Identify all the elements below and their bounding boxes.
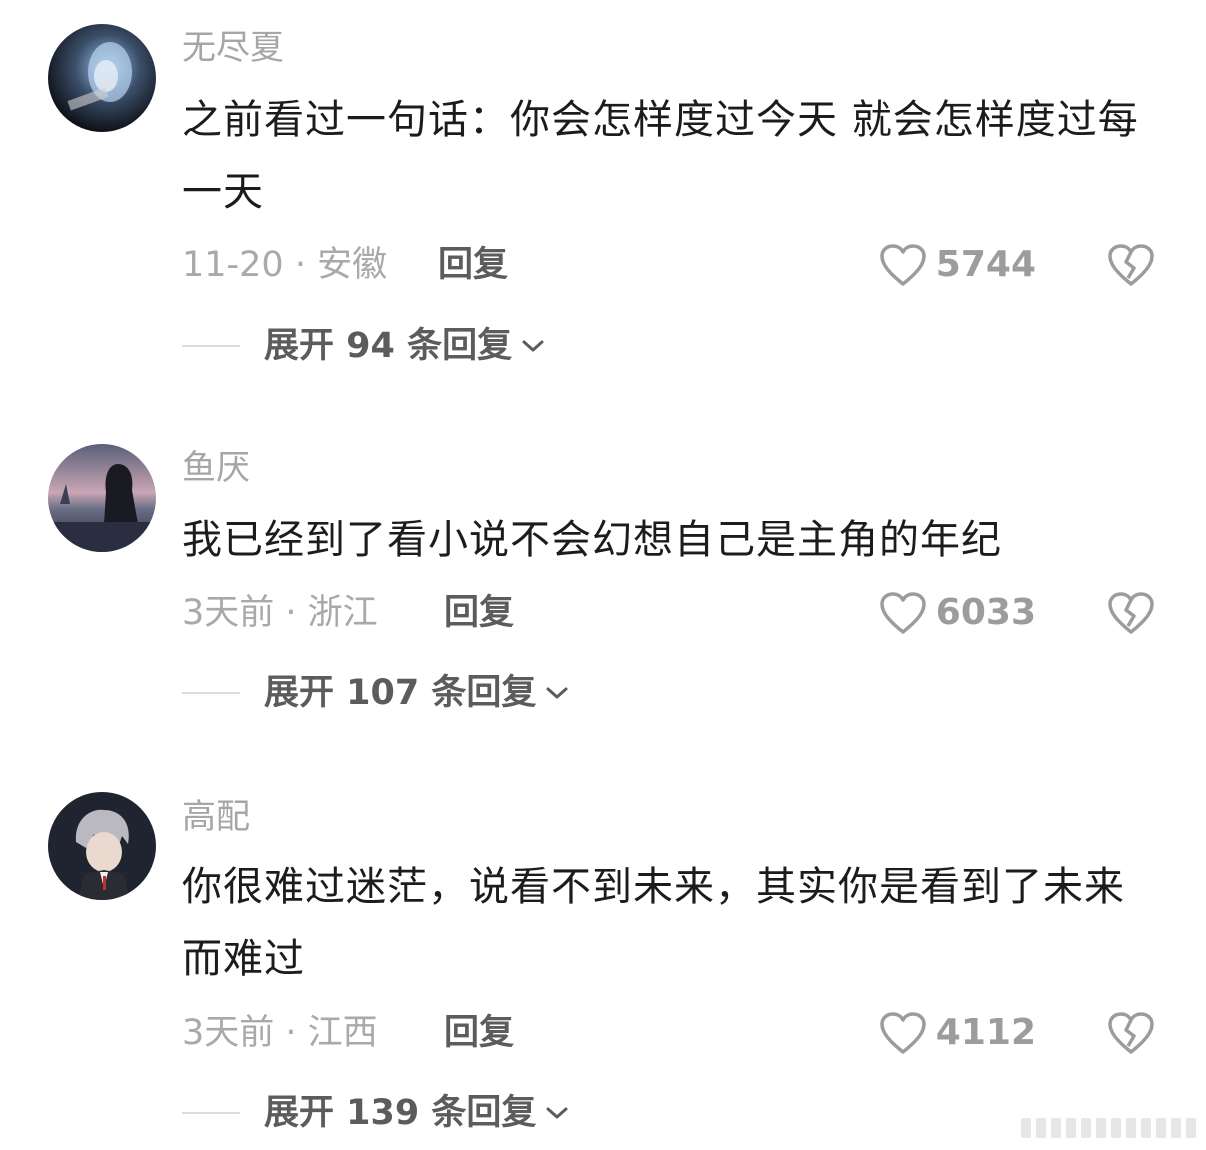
chevron-down-icon (546, 1107, 568, 1119)
comment-meta: 3天前 · 浙江 (182, 593, 378, 633)
expand-replies-label: 展开 107 条回复 (264, 673, 537, 713)
like-count: 5744 (935, 244, 1036, 285)
dislike-button[interactable] (1106, 242, 1156, 288)
watermark-bars (1021, 1118, 1196, 1138)
chevron-down-icon (546, 687, 568, 699)
expand-replies-label: 展开 139 条回复 (264, 1093, 537, 1133)
dislike-button[interactable] (1106, 1010, 1156, 1056)
dislike-button[interactable] (1106, 590, 1156, 636)
heart-outline-icon (880, 244, 926, 286)
expand-replies-button[interactable]: 展开 139 条回复 (182, 1091, 570, 1135)
broken-heart-icon (1108, 244, 1154, 286)
comment-text: 你很难过迷茫，说看不到未来，其实你是看到了未来而难过 (182, 864, 1125, 982)
avatar[interactable] (48, 444, 156, 552)
divider-line (182, 692, 240, 694)
like-button[interactable]: 5744 (878, 242, 1036, 288)
expand-replies-button[interactable]: 展开 94 条回复 (182, 324, 546, 368)
avatar[interactable] (48, 792, 156, 900)
expand-replies-label: 展开 94 条回复 (264, 326, 513, 366)
like-count: 6033 (935, 592, 1036, 633)
like-count: 4112 (935, 1012, 1036, 1053)
divider-line (182, 1112, 240, 1114)
reply-button[interactable]: 回复 (444, 1011, 514, 1055)
comment-meta: 3天前 · 江西 (182, 1013, 378, 1053)
comment-meta: 11-20 · 安徽 (182, 245, 388, 285)
like-button[interactable]: 6033 (878, 590, 1036, 636)
broken-heart-icon (1108, 1012, 1154, 1054)
expand-replies-button[interactable]: 展开 107 条回复 (182, 671, 570, 715)
comment-text: 之前看过一句话：你会怎样度过今天 就会怎样度过每一天 (182, 97, 1139, 215)
avatar[interactable] (48, 24, 156, 132)
reply-button[interactable]: 回复 (444, 591, 514, 635)
reply-button[interactable]: 回复 (438, 243, 508, 287)
heart-outline-icon (880, 1012, 926, 1054)
avatar-image (48, 24, 156, 132)
comment-text: 我已经到了看小说不会幻想自己是主角的年纪 (182, 517, 1002, 563)
divider-line (182, 345, 240, 347)
chevron-down-icon (522, 340, 544, 352)
like-button[interactable]: 4112 (878, 1010, 1036, 1056)
username[interactable]: 鱼厌 (182, 448, 250, 488)
broken-heart-icon (1108, 592, 1154, 634)
avatar-image (48, 444, 156, 552)
username[interactable]: 无尽夏 (182, 28, 284, 68)
username[interactable]: 高配 (182, 797, 250, 837)
heart-outline-icon (880, 592, 926, 634)
avatar-image (48, 792, 156, 900)
